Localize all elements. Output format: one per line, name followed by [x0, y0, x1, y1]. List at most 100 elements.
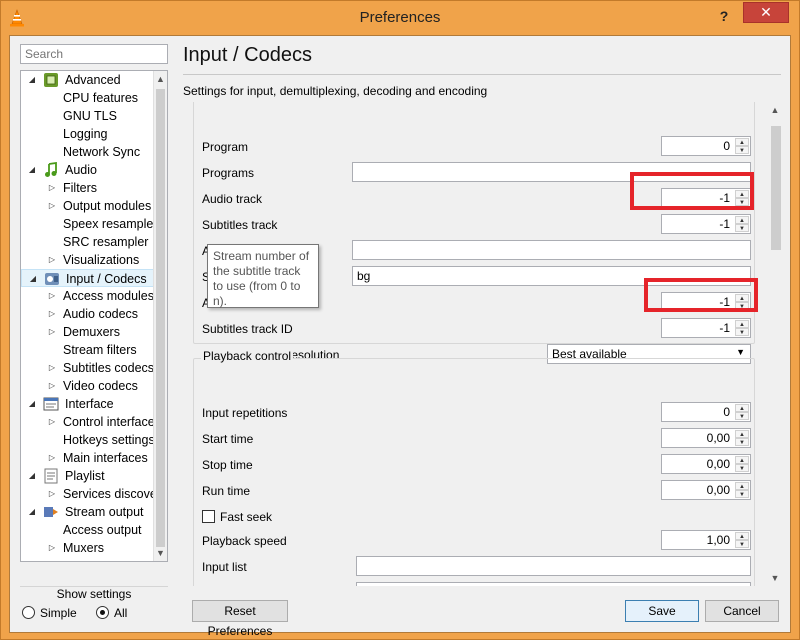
tree-item-playlist[interactable]: ◢ Playlist	[21, 467, 155, 485]
tree-expanded-arrow-icon[interactable]: ◢	[27, 503, 37, 521]
tree-collapsed-arrow-icon[interactable]: ▷	[47, 449, 57, 467]
input-slave-experimental-input[interactable]	[356, 582, 751, 586]
tree-item-muxers[interactable]: ▷ Muxers	[21, 539, 155, 557]
spin-up-arrow-icon[interactable]: ▲	[735, 320, 749, 328]
tree-collapsed-arrow-icon[interactable]: ▷	[47, 305, 57, 323]
spin-down-arrow-icon[interactable]: ▼	[735, 490, 749, 498]
settings-scroll-up-icon[interactable]: ▲	[767, 102, 783, 118]
tree-item-label: Filters	[63, 181, 98, 195]
tree-item-video-codecs[interactable]: ▷ Video codecs	[21, 377, 155, 395]
spin-up-arrow-icon[interactable]: ▲	[735, 138, 749, 146]
tree-item-audio-codecs[interactable]: ▷ Audio codecs	[21, 305, 155, 323]
tree-item-output-modules[interactable]: ▷ Output modules	[21, 197, 155, 215]
stop-time-spinbox[interactable]: 0,00 ▲ ▼	[661, 454, 751, 474]
tree-item-main-interfaces[interactable]: ▷ Main interfaces	[21, 449, 155, 467]
spin-down-arrow-icon[interactable]: ▼	[735, 540, 749, 548]
tree-collapsed-arrow-icon[interactable]: ▷	[47, 323, 57, 341]
tree-item-gnu-tls[interactable]: GNU TLS	[21, 107, 155, 125]
spin-down-arrow-icon[interactable]: ▼	[735, 412, 749, 420]
tree-collapsed-arrow-icon[interactable]: ▷	[47, 485, 57, 503]
spin-down-arrow-icon[interactable]: ▼	[735, 328, 749, 336]
spin-down-arrow-icon[interactable]: ▼	[735, 438, 749, 446]
stream-output-icon	[43, 504, 59, 520]
spin-up-arrow-icon[interactable]: ▲	[735, 404, 749, 412]
spin-down-arrow-icon[interactable]: ▼	[735, 464, 749, 472]
playback-speed-spinbox[interactable]: 1,00 ▲ ▼	[661, 530, 751, 550]
tree-scroll-thumb[interactable]	[156, 89, 165, 547]
settings-scrollbar[interactable]: ▲ ▼	[767, 102, 783, 586]
title-divider	[183, 74, 781, 75]
tree-scrollbar[interactable]: ▲ ▼	[153, 71, 167, 561]
tree-item-speex-resampler[interactable]: Speex resampler	[21, 215, 158, 233]
spinbox-value: 0,00	[706, 483, 730, 497]
tree-item-access-output[interactable]: Access output	[21, 521, 155, 539]
save-button[interactable]: Save	[625, 600, 699, 622]
spin-up-arrow-icon[interactable]: ▲	[735, 430, 749, 438]
tree-expanded-arrow-icon[interactable]: ◢	[27, 71, 37, 89]
search-input[interactable]	[20, 44, 168, 64]
spin-down-arrow-icon[interactable]: ▼	[735, 224, 749, 232]
tree-item-audio[interactable]: ◢ Audio	[21, 161, 155, 179]
spin-up-arrow-icon[interactable]: ▲	[735, 482, 749, 490]
tree-collapsed-arrow-icon[interactable]: ▷	[47, 179, 57, 197]
spin-up-arrow-icon[interactable]: ▲	[735, 456, 749, 464]
cancel-button[interactable]: Cancel	[705, 600, 779, 622]
tree-expanded-arrow-icon[interactable]: ◢	[27, 161, 37, 179]
close-button[interactable]: ✕	[743, 2, 789, 23]
tree-item-visualizations[interactable]: ▷ Visualizations	[21, 251, 155, 269]
tree-item-control-interfaces[interactable]: ▷ Control interfaces	[21, 413, 161, 431]
run-time-spinbox[interactable]: 0,00 ▲ ▼	[661, 480, 751, 500]
tree-item-subtitles-codecs[interactable]: ▷ Subtitles codecs	[21, 359, 155, 377]
tree-collapsed-arrow-icon[interactable]: ▷	[47, 359, 57, 377]
scroll-down-arrow-icon[interactable]: ▼	[154, 545, 167, 561]
tree-expanded-arrow-icon[interactable]: ◢	[27, 467, 37, 485]
input-repetitions-spinbox[interactable]: 0 ▲ ▼	[661, 402, 751, 422]
tree-item-interface[interactable]: ◢ Interface	[21, 395, 155, 413]
tree-expanded-arrow-icon[interactable]: ◢	[27, 395, 37, 413]
tree-item-label: Input / Codecs	[66, 272, 147, 286]
tree-item-label: Main interfaces	[63, 451, 148, 465]
tree-item-stream-output[interactable]: ◢ Stream output	[21, 503, 155, 521]
fast-seek-checkbox[interactable]	[202, 510, 215, 523]
tree-item-stream-filters[interactable]: Stream filters	[21, 341, 155, 359]
tree-item-filters[interactable]: ▷ Filters	[21, 179, 155, 197]
tree-collapsed-arrow-icon[interactable]: ▷	[47, 251, 57, 269]
tree-item-label: Network Sync	[63, 145, 141, 159]
spin-up-arrow-icon[interactable]: ▲	[735, 216, 749, 224]
title-bar[interactable]: Preferences ? ✕	[1, 1, 799, 35]
a-input[interactable]	[352, 240, 751, 260]
page-subtitle: Settings for input, demultiplexing, deco…	[183, 84, 488, 98]
tree-collapsed-arrow-icon[interactable]: ▷	[47, 197, 57, 215]
radio-simple[interactable]: Simple	[22, 605, 82, 621]
subtitles-track-spinbox[interactable]: -1 ▲ ▼	[661, 214, 751, 234]
tree-item-input-codecs[interactable]: ◢ Input / Codecs	[21, 269, 155, 287]
settings-scroll-thumb[interactable]	[771, 126, 781, 250]
input-list-input[interactable]	[356, 556, 751, 576]
tree-collapsed-arrow-icon[interactable]: ▷	[47, 539, 57, 557]
tree-collapsed-arrow-icon[interactable]: ▷	[47, 287, 57, 305]
tree-item-hotkeys-settings[interactable]: Hotkeys settings	[21, 431, 155, 449]
radio-all-dot[interactable]	[96, 606, 109, 619]
start-time-spinbox[interactable]: 0,00 ▲ ▼	[661, 428, 751, 448]
settings-scroll-down-icon[interactable]: ▼	[767, 570, 783, 586]
tree-item-network-sync[interactable]: Network Sync	[21, 143, 155, 161]
radio-all[interactable]: All	[96, 605, 156, 621]
tree-item-src-resampler[interactable]: SRC resampler	[21, 233, 155, 251]
tree-item-access-modules[interactable]: ▷ Access modules	[21, 287, 155, 305]
tree-collapsed-arrow-icon[interactable]: ▷	[47, 413, 57, 431]
tree-item-logging[interactable]: Logging	[21, 125, 155, 143]
help-button[interactable]: ?	[709, 5, 739, 27]
scroll-up-arrow-icon[interactable]: ▲	[154, 71, 167, 87]
spin-up-arrow-icon[interactable]: ▲	[735, 532, 749, 540]
spin-down-arrow-icon[interactable]: ▼	[735, 146, 749, 154]
tree-item-services-discovery[interactable]: ▷ Services discovery	[21, 485, 167, 503]
tree-item-advanced[interactable]: ◢ Advanced	[21, 71, 155, 89]
tree-collapsed-arrow-icon[interactable]: ▷	[47, 377, 57, 395]
tree-item-cpu-features[interactable]: CPU features	[21, 89, 155, 107]
tree-expanded-arrow-icon[interactable]: ◢	[28, 270, 38, 288]
radio-simple-dot[interactable]	[22, 606, 35, 619]
tree-item-demuxers[interactable]: ▷ Demuxers	[21, 323, 155, 341]
program-spinbox[interactable]: 0 ▲ ▼	[661, 136, 751, 156]
reset-preferences-button[interactable]: Reset Preferences	[192, 600, 288, 638]
subtitles-track-id-spinbox[interactable]: -1 ▲ ▼	[661, 318, 751, 338]
